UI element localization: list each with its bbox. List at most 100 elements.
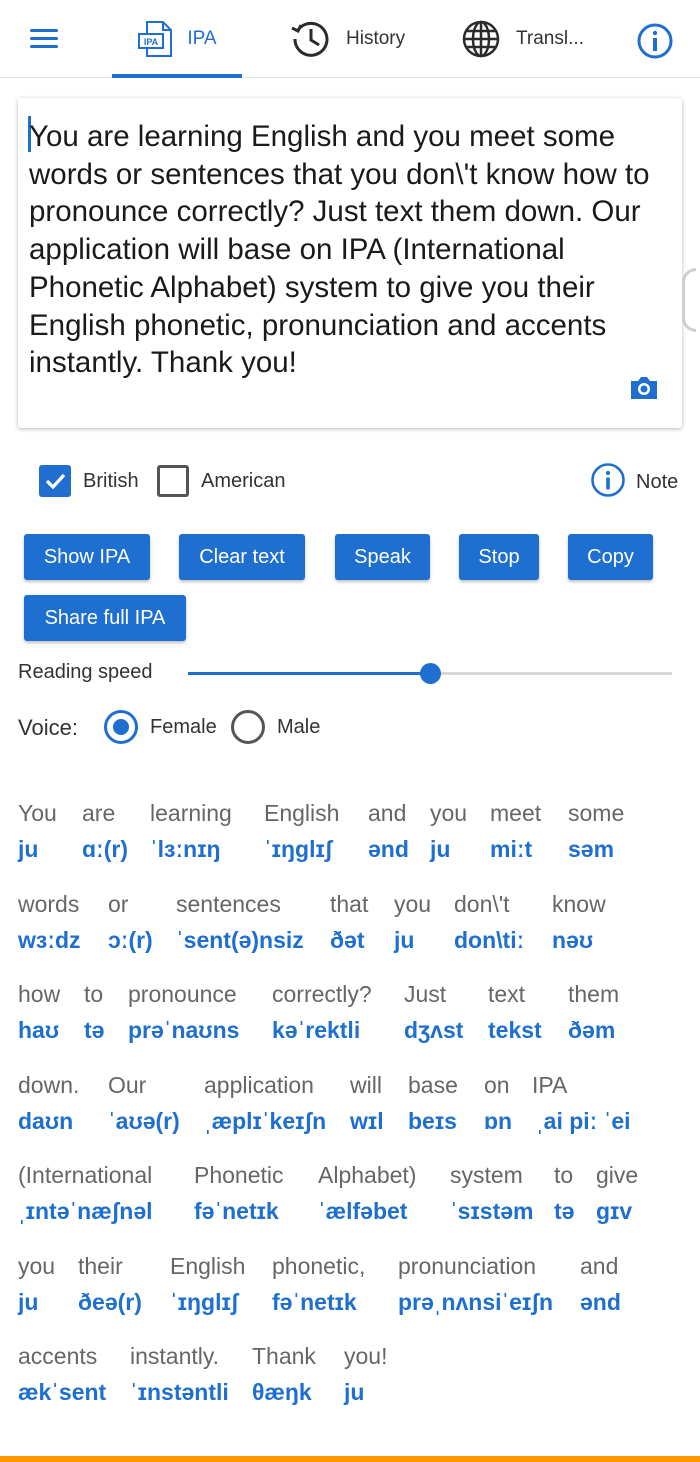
result-ipa[interactable]: ðəm <box>568 1017 615 1044</box>
text-input-area[interactable]: You are learning English and you meet so… <box>18 98 682 428</box>
slider-thumb[interactable] <box>420 663 441 684</box>
note-info-icon <box>590 462 626 503</box>
ipa-icon-label: IPA <box>144 37 159 47</box>
result-ipa[interactable]: ju <box>430 836 450 863</box>
input-text[interactable]: You are learning English and you meet so… <box>29 118 674 382</box>
result-ipa[interactable]: dʒʌst <box>404 1017 463 1044</box>
result-word: meet <box>490 800 542 826</box>
result-ipa[interactable]: ju <box>394 927 414 954</box>
result-ipa[interactable]: haʊ <box>18 1017 59 1044</box>
result-ipa[interactable]: ju <box>18 1289 38 1316</box>
share-full-ipa-button[interactable]: Share full IPA <box>24 595 186 641</box>
side-drawer-handle[interactable] <box>682 268 696 332</box>
result-ipa[interactable]: ˌai piː ˈei <box>536 1108 631 1135</box>
result-ipa[interactable]: tə <box>84 1017 104 1044</box>
result-ipa[interactable]: don\tiː <box>454 927 524 954</box>
male-radio[interactable]: Male <box>231 710 320 744</box>
reading-speed-slider[interactable] <box>188 662 672 686</box>
result-ipa[interactable]: ju <box>344 1379 364 1406</box>
result-word: Just <box>404 981 447 1007</box>
female-label: Female <box>150 715 217 738</box>
note-button[interactable]: Note <box>590 462 678 503</box>
tab-translate[interactable]: Transl... <box>460 0 584 78</box>
result-word: system <box>450 1162 523 1188</box>
result-ipa[interactable]: ˈsɪstəm <box>450 1198 533 1225</box>
stop-button[interactable]: Stop <box>459 534 539 580</box>
result-word: sentences <box>176 890 281 917</box>
american-checkbox[interactable]: American <box>157 463 285 499</box>
menu-icon[interactable] <box>28 26 62 52</box>
result-word: give <box>596 1162 639 1188</box>
globe-icon <box>460 18 502 60</box>
female-radio[interactable]: Female <box>104 710 217 744</box>
result-word: text <box>488 981 526 1007</box>
camera-icon[interactable] <box>628 374 660 407</box>
result-ipa[interactable]: ˌæplɪˈkeɪʃn <box>204 1108 326 1135</box>
show-ipa-button[interactable]: Show IPA <box>24 534 150 580</box>
info-icon[interactable] <box>636 22 674 65</box>
speak-button[interactable]: Speak <box>335 534 430 580</box>
result-ipa[interactable]: nəʊ <box>552 927 593 954</box>
result-word: are <box>82 800 116 826</box>
result-ipa[interactable]: tə <box>554 1198 574 1225</box>
british-checkbox[interactable]: British <box>39 463 139 499</box>
result-ipa[interactable]: θæŋk <box>252 1379 312 1406</box>
result-ipa[interactable]: fəˈnetɪk <box>194 1198 279 1225</box>
result-word: don\'t <box>454 890 510 917</box>
result-ipa[interactable]: səm <box>568 836 614 863</box>
checkbox-checked-icon <box>39 465 71 497</box>
result-word: you <box>394 890 432 917</box>
result-ipa[interactable]: kəˈrektli <box>272 1017 360 1044</box>
top-tab-bar: IPA IPA History Transl... <box>0 0 700 78</box>
result-ipa[interactable]: ðeə(r) <box>78 1289 142 1316</box>
result-ipa[interactable]: wɜːdz <box>18 927 81 954</box>
clear-text-button[interactable]: Clear text <box>179 534 305 580</box>
slider-fill <box>188 672 430 675</box>
tab-ipa[interactable]: IPA IPA <box>112 0 242 78</box>
result-ipa[interactable]: beɪs <box>408 1108 457 1135</box>
result-ipa[interactable]: ju <box>18 836 38 863</box>
result-ipa[interactable]: wɪl <box>350 1108 384 1135</box>
result-ipa[interactable]: ɒn <box>484 1108 512 1135</box>
result-ipa[interactable]: ækˈsent <box>18 1379 106 1406</box>
result-ipa[interactable]: ˈælfəbet <box>318 1198 407 1225</box>
result-ipa[interactable]: prəˌnʌnsiˈeɪʃn <box>398 1289 553 1316</box>
result-ipa[interactable]: miːt <box>490 836 532 863</box>
result-word: English <box>264 800 340 826</box>
result-word: learning <box>150 800 232 826</box>
copy-button[interactable]: Copy <box>568 534 653 580</box>
result-word: base <box>408 1071 458 1098</box>
result-ipa[interactable]: ðət <box>330 927 365 954</box>
result-ipa[interactable]: ˈɪnstəntli <box>130 1379 229 1406</box>
result-word: pronounce <box>128 981 237 1007</box>
result-ipa[interactable]: ˈlɜːnɪŋ <box>150 836 221 863</box>
result-word: IPA <box>532 1071 568 1098</box>
result-word: instantly. <box>130 1343 220 1369</box>
result-word: Our <box>108 1071 147 1098</box>
result-ipa[interactable]: ɑː(r) <box>82 836 128 863</box>
result-word: application <box>204 1071 314 1098</box>
result-word: Alphabet) <box>318 1162 417 1188</box>
result-ipa[interactable]: daʊn <box>18 1108 73 1135</box>
result-ipa[interactable]: ˈɪŋglɪʃ <box>170 1289 238 1316</box>
result-word: you! <box>344 1343 388 1369</box>
result-word: their <box>78 1252 123 1279</box>
tab-history[interactable]: History <box>290 0 405 78</box>
result-ipa[interactable]: fəˈnetɪk <box>272 1289 357 1316</box>
result-word: them <box>568 981 620 1007</box>
result-ipa[interactable]: ənd <box>580 1289 621 1316</box>
result-ipa[interactable]: ˈsent(ə)nsiz <box>176 927 304 954</box>
result-ipa[interactable]: ˈaʊə(r) <box>108 1108 180 1135</box>
result-word: will <box>350 1071 382 1098</box>
result-ipa[interactable]: tekst <box>488 1017 542 1044</box>
result-ipa[interactable]: prəˈnaʊns <box>128 1017 239 1044</box>
result-word: to <box>84 981 104 1007</box>
result-ipa[interactable]: ənd <box>368 836 409 863</box>
result-ipa[interactable]: ˈɪŋglɪʃ <box>264 836 332 863</box>
result-ipa[interactable]: ˌɪntəˈnæʃnəl <box>18 1198 153 1225</box>
tab-ipa-label: IPA <box>187 28 217 49</box>
result-ipa[interactable]: ɔː(r) <box>108 927 153 954</box>
result-ipa[interactable]: gɪv <box>596 1198 632 1225</box>
radio-selected-icon <box>104 710 138 744</box>
result-word: English <box>170 1252 246 1279</box>
